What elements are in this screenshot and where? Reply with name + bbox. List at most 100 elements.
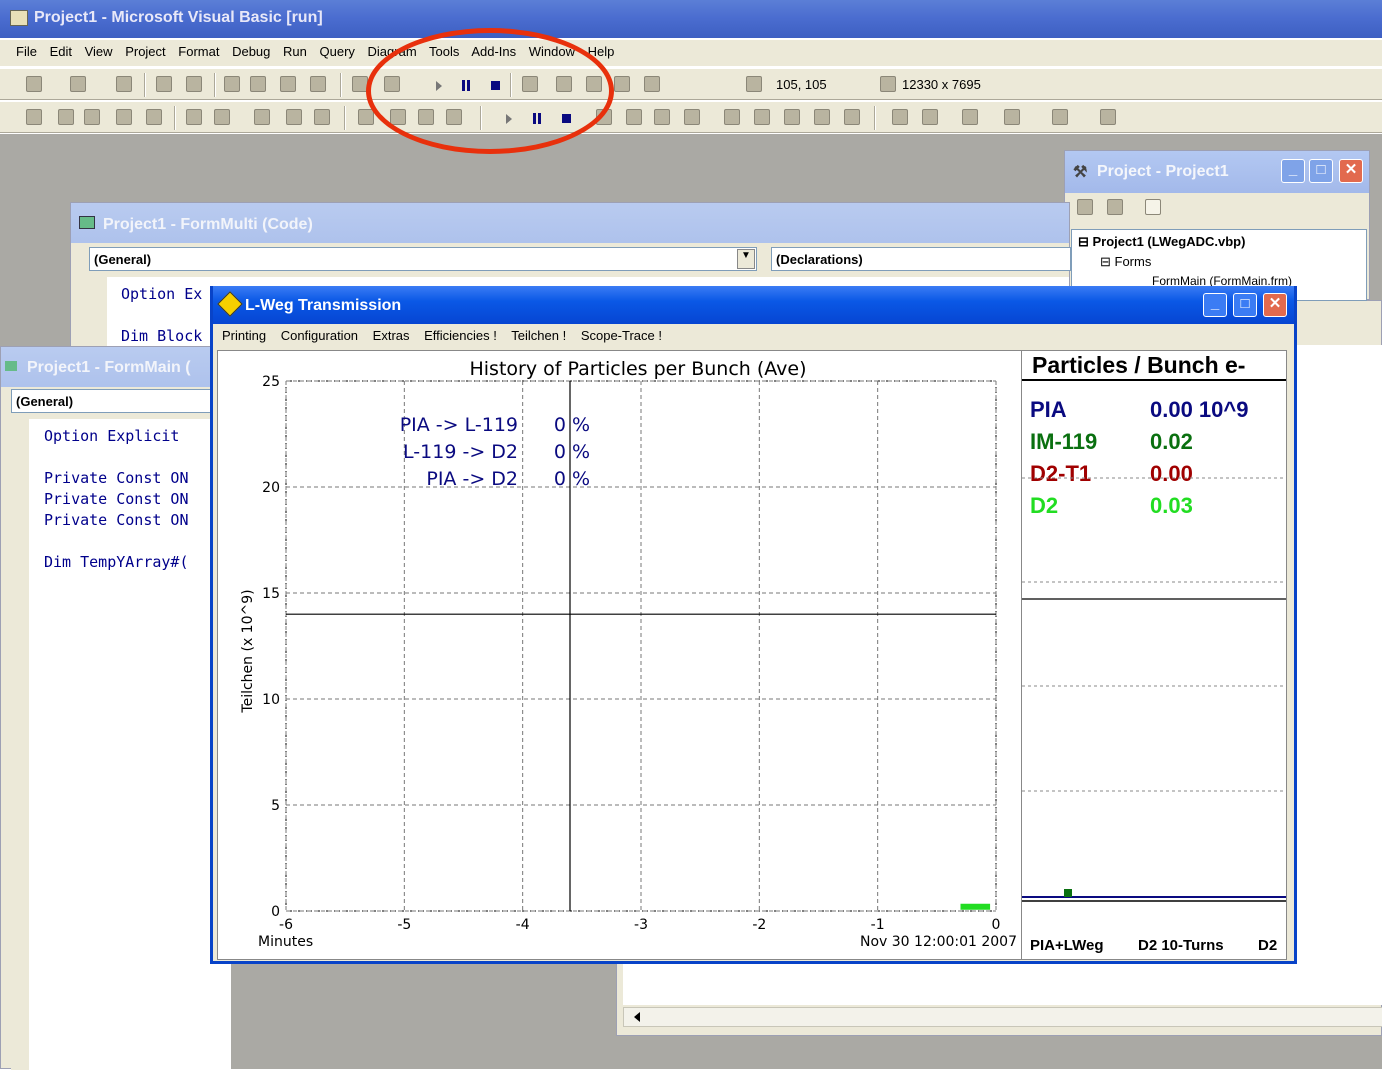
y-axis-ticks: 0510152025 <box>262 374 280 920</box>
align-dropdown-icon[interactable] <box>962 109 978 125</box>
code-window-icon-2 <box>5 361 17 371</box>
align-icon[interactable] <box>84 109 100 125</box>
annotation-label: PIA -> L-119 <box>400 414 518 436</box>
scroll-left-icon[interactable] <box>634 1012 640 1022</box>
zorder-front-icon[interactable] <box>892 109 908 125</box>
minimize-button[interactable]: _ <box>1281 159 1305 183</box>
size-readout: 12330 x 7695 <box>902 77 981 92</box>
menu-view[interactable]: View <box>85 44 113 59</box>
side-bar-im119 <box>1064 889 1072 897</box>
side-title: Particles / Bunch e- <box>1022 351 1286 381</box>
query-icon[interactable] <box>358 109 374 125</box>
step-out-icon[interactable] <box>654 109 670 125</box>
locals-icon[interactable] <box>684 109 700 125</box>
menu-editor-icon[interactable] <box>116 76 132 92</box>
add-form-icon[interactable] <box>70 76 86 92</box>
procedure-combo[interactable]: (Declarations) <box>771 247 1071 271</box>
center-form-icon[interactable] <box>1052 109 1068 125</box>
menu-debug[interactable]: Debug <box>232 44 270 59</box>
zorder-back-icon[interactable] <box>922 109 938 125</box>
view-object-icon[interactable] <box>1107 199 1123 215</box>
x-tick-label: -2 <box>752 917 766 933</box>
lweg-close-button[interactable]: ✕ <box>1263 293 1287 317</box>
menu-format[interactable]: Format <box>178 44 219 59</box>
x-axis-ticks: -6 -5 -4 -3 -2 -1 0 <box>279 917 1000 933</box>
step-over-icon[interactable] <box>626 109 642 125</box>
tree-item-project[interactable]: ⊟ Project1 (LWegADC.vbp) <box>1078 234 1245 250</box>
object-combo-2[interactable]: (General) <box>11 389 231 413</box>
center-icon[interactable] <box>116 109 132 125</box>
particles-side-panel: Particles / Bunch e- PIA 0.00 10^9 IM-119 0… <box>1021 350 1287 960</box>
side-label-d2: D2 <box>1258 937 1278 954</box>
copy-icon[interactable] <box>250 76 266 92</box>
save-icon[interactable] <box>186 76 202 92</box>
lock-controls-icon[interactable] <box>1100 109 1116 125</box>
run-to-cursor-icon[interactable] <box>844 109 860 125</box>
code-line-const-3: Private Const ON <box>44 511 189 529</box>
call-stack-icon[interactable] <box>814 109 830 125</box>
close-button[interactable]: ✕ <box>1339 159 1363 183</box>
project-explorer-window: ⚒ Project - Project1 _ □ ✕ ⊟ Project1 (L… <box>1064 150 1370 301</box>
view-code-icon[interactable] <box>1077 199 1093 215</box>
horizontal-scrollbar[interactable] <box>623 1007 1382 1027</box>
history-chart: History of Particles per Bunch (Ave) 0 5 1… <box>240 358 1017 950</box>
menu-file[interactable]: File <box>16 44 37 59</box>
code-window-formmulti-title-bar: Project1 - FormMulti (Code) <box>71 203 1069 243</box>
red-highlight-circle <box>366 28 614 154</box>
y-tick-label: 15 <box>262 586 280 602</box>
menu-extras[interactable]: Extras <box>373 328 410 343</box>
add-project-icon[interactable] <box>26 76 42 92</box>
efficiency-annotations: PIA -> L-119 0 % L-119 -> D2 0 % PIA -> D2 0 … <box>400 414 590 490</box>
code-line-const-2: Private Const ON <box>44 490 189 508</box>
indent-icon[interactable] <box>186 109 202 125</box>
maximize-button[interactable]: □ <box>1309 159 1333 183</box>
watch-icon[interactable] <box>754 109 770 125</box>
chart-grid <box>285 380 997 912</box>
open-icon[interactable] <box>156 76 172 92</box>
comment-block-icon[interactable] <box>286 109 302 125</box>
menu-configuration[interactable]: Configuration <box>281 328 358 343</box>
x-tick-label: -4 <box>516 917 530 933</box>
lweg-minimize-button[interactable]: _ <box>1203 293 1227 317</box>
lweg-maximize-button[interactable]: □ <box>1233 293 1257 317</box>
x-tick-label: -5 <box>397 917 411 933</box>
toggle-breakpoint-icon[interactable] <box>254 109 270 125</box>
toolbox-icon[interactable] <box>644 76 660 92</box>
object-combo-dropdown-icon[interactable]: ▼ <box>737 249 755 269</box>
y-axis-label: Teilchen (x 10^9) <box>240 589 256 713</box>
find-icon[interactable] <box>310 76 326 92</box>
vb-title-text: Project1 - Microsoft Visual Basic [run] <box>34 9 323 26</box>
menu-scope-trace[interactable]: Scope-Trace ! <box>581 328 662 343</box>
menu-teilchen[interactable]: Teilchen ! <box>511 328 566 343</box>
x-tick-label: -1 <box>871 917 885 933</box>
lweg-menu-bar: Printing Configuration Extras Efficienci… <box>213 324 1294 348</box>
immediate-icon[interactable] <box>724 109 740 125</box>
tree-item-forms[interactable]: ⊟ Forms <box>1100 254 1151 270</box>
code-editor-formmain[interactable]: Option Explicit Private Const ON Private… <box>11 419 231 1070</box>
cut-icon[interactable] <box>224 76 240 92</box>
make-same-size-icon[interactable] <box>1004 109 1020 125</box>
code-window-formmain-title-bar: Project1 - FormMain ( <box>1 347 229 387</box>
code-line-dim: Dim TempYArray#( <box>44 553 189 571</box>
menu-run[interactable]: Run <box>283 44 307 59</box>
send-to-back-icon[interactable] <box>58 109 74 125</box>
outdent-icon[interactable] <box>214 109 230 125</box>
object-combo[interactable]: (General) <box>89 247 757 271</box>
uncomment-block-icon[interactable] <box>314 109 330 125</box>
menu-project[interactable]: Project <box>125 44 165 59</box>
vb-app-icon <box>10 10 28 26</box>
bring-to-front-icon[interactable] <box>26 109 42 125</box>
tree-item-forms-label: Forms <box>1114 254 1152 269</box>
menu-printing[interactable]: Printing <box>222 328 266 343</box>
menu-query[interactable]: Query <box>320 44 355 59</box>
object-browser-icon[interactable] <box>614 76 630 92</box>
y-tick-label: 10 <box>262 692 280 708</box>
code-window-formmulti-title: Project1 - FormMulti (Code) <box>103 216 313 233</box>
menu-efficiencies[interactable]: Efficiencies ! <box>424 328 497 343</box>
tools-icon: ⚒ <box>1073 164 1088 181</box>
menu-edit[interactable]: Edit <box>50 44 72 59</box>
paste-icon[interactable] <box>280 76 296 92</box>
font-size-icon[interactable] <box>146 109 162 125</box>
toggle-folders-icon[interactable] <box>1145 199 1161 215</box>
quick-watch-icon[interactable] <box>784 109 800 125</box>
